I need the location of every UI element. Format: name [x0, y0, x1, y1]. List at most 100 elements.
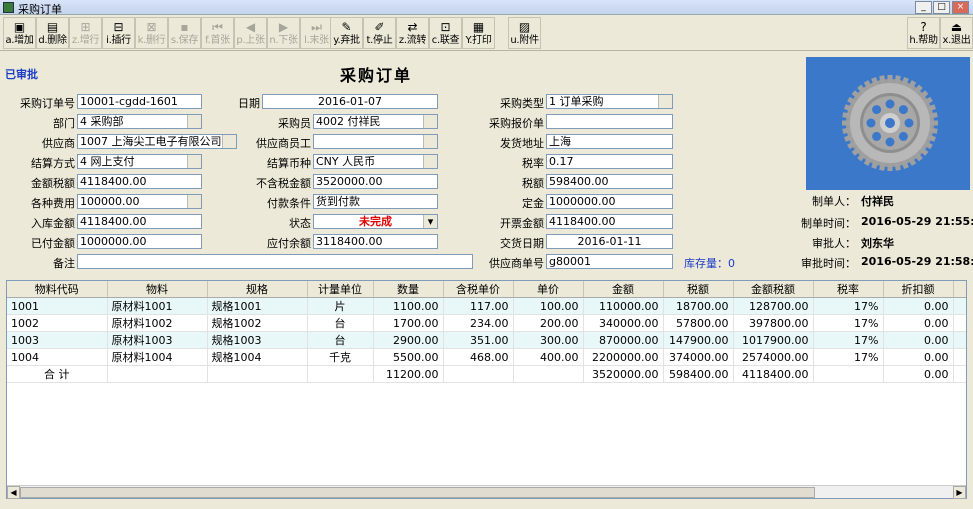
date-field[interactable]: 2016-01-07	[262, 94, 438, 109]
dropdown-icon[interactable]	[423, 115, 437, 128]
column-header[interactable]: 计量单位	[307, 281, 374, 298]
minimize-button[interactable]: _	[915, 1, 932, 14]
ship-addr-field[interactable]: 上海	[546, 134, 673, 149]
line-items-grid[interactable]: 物料代码物料规格计量单位数量含税单价单价金额税额金额税额税率折扣额折扣率1001…	[6, 280, 967, 499]
link-query-button[interactable]: ⊡ c.联查	[429, 17, 462, 49]
table-row[interactable]: 1001 原材料1001 规格1001 片 1100.00 117.00 100.00 110…	[7, 297, 966, 315]
status-badge: 已审批	[5, 68, 38, 81]
supplier-field[interactable]: 1007 上海尖工电子有限公司	[77, 134, 237, 149]
stop-button[interactable]: ✐ t.停止	[363, 17, 396, 49]
dept-field[interactable]: 4 采购部	[77, 114, 202, 129]
column-header[interactable]: 金额	[583, 281, 664, 298]
toolbar-label: y.弃批	[333, 35, 360, 46]
stock-in-field[interactable]: 4118400.00	[77, 214, 202, 229]
add-button[interactable]: ▣ a.增加	[3, 17, 36, 49]
print-button[interactable]: ▦ Y.打印	[462, 17, 495, 49]
settle-field[interactable]: 4 网上支付	[77, 154, 202, 169]
unapprove-button[interactable]: ✎ y.弃批	[330, 17, 363, 49]
amount-tax-label: 金额税额	[31, 177, 75, 190]
pay-terms-field[interactable]: 货到付款	[313, 194, 438, 209]
column-header[interactable]: 税率	[813, 281, 884, 298]
payable-value: 3118400.00	[316, 235, 383, 248]
add-row-button[interactable]: ⊞ z.增行	[69, 17, 102, 49]
currency-field[interactable]: CNY 人民币	[313, 154, 438, 169]
last-button[interactable]: ⏭ l.末张	[300, 17, 333, 49]
scroll-right-icon[interactable]: ▶	[953, 486, 966, 499]
buyer-field[interactable]: 4002 付祥民	[313, 114, 438, 129]
next-button[interactable]: ▶ n.下张	[267, 17, 300, 49]
prev-button[interactable]: ◀ p.上张	[234, 17, 267, 49]
dropdown-icon[interactable]	[187, 195, 201, 208]
total-cell: 100%	[953, 365, 966, 383]
column-header[interactable]: 折扣率	[953, 281, 966, 298]
maximize-button[interactable]: □	[933, 1, 950, 14]
dropdown-icon[interactable]	[187, 155, 201, 168]
column-header[interactable]: 税额	[663, 281, 734, 298]
paid-field[interactable]: 1000000.00	[77, 234, 202, 249]
dropdown-icon[interactable]	[423, 155, 437, 168]
table-cell: 1002	[7, 314, 108, 332]
scroll-left-icon[interactable]: ◀	[7, 486, 20, 499]
payable-field[interactable]: 3118400.00	[313, 234, 438, 249]
stock-in-value: 4118400.00	[80, 215, 147, 228]
toolbar: ▣ a.增加 ▤ d.删除 ⊞ z.增行 ⊟ i.插行 ⊠ k.删行 ▪ s.保存 ⏮ f.首张 ◀ p.上张…	[0, 15, 973, 51]
insert-row-button[interactable]: ⊟ i.插行	[102, 17, 135, 49]
attachment-button[interactable]: ▨ u.附件	[508, 17, 541, 49]
purchase-type-field[interactable]: 1 订单采购	[546, 94, 673, 109]
column-header[interactable]: 金额税额	[733, 281, 814, 298]
save-button[interactable]: ▪ s.保存	[168, 17, 201, 49]
flow-button[interactable]: ⇄ z.流转	[396, 17, 429, 49]
scroll-thumb[interactable]	[20, 487, 815, 498]
table-row[interactable]: 1003 原材料1003 规格1003 台 2900.00 351.00 300.00 870…	[7, 331, 966, 349]
delete-button[interactable]: ▤ d.删除	[36, 17, 69, 49]
amount-notax-field[interactable]: 3520000.00	[313, 174, 438, 189]
tax-field[interactable]: 598400.00	[546, 174, 673, 189]
dropdown-icon[interactable]: ▾	[423, 215, 437, 228]
table-row[interactable]: 1002 原材料1002 规格1002 台 1700.00 234.00 200.00 340…	[7, 314, 966, 332]
dropdown-icon[interactable]	[658, 95, 672, 108]
quote-no-field[interactable]	[546, 114, 673, 129]
remark-field[interactable]	[77, 254, 473, 269]
table-cell: 规格1003	[207, 331, 308, 349]
supplier-item-field[interactable]: g80001	[546, 254, 673, 269]
table-cell: 340000.00	[583, 314, 664, 332]
column-header[interactable]: 物料	[107, 281, 208, 298]
column-header[interactable]: 单价	[513, 281, 584, 298]
deliver-date-field[interactable]: 2016-01-11	[546, 234, 673, 249]
state-field[interactable]: 未完成 ▾	[313, 214, 438, 229]
app-icon	[3, 2, 14, 13]
deposit-field[interactable]: 1000000.00	[546, 194, 673, 209]
exit-button[interactable]: ⏏ x.退出	[940, 17, 973, 49]
tax-rate-field[interactable]: 0.17	[546, 154, 673, 169]
title-bar: 采购订单 _ □ ×	[0, 0, 973, 16]
dropdown-icon[interactable]	[423, 135, 437, 148]
deposit-label: 定金	[522, 197, 544, 210]
invoice-amt-field[interactable]: 4118400.00	[546, 214, 673, 229]
state-label: 状态	[289, 217, 311, 230]
dropdown-icon[interactable]	[187, 115, 201, 128]
first-button[interactable]: ⏮ f.首张	[201, 17, 234, 49]
horizontal-scrollbar[interactable]: ◀ ▶	[7, 485, 966, 499]
amount-tax-field[interactable]: 4118400.00	[77, 174, 202, 189]
order-no-value: 10001-cgdd-1601	[80, 95, 178, 108]
supplier-staff-field[interactable]	[313, 134, 438, 149]
table-cell: 2574000.00	[733, 348, 814, 366]
exit-icon: ⏏	[950, 20, 963, 34]
table-cell: 100%	[953, 314, 966, 332]
ship-addr-value: 上海	[549, 135, 571, 148]
table-row[interactable]: 1004 原材料1004 规格1004 千克 5500.00 468.00 400.00 22…	[7, 348, 966, 366]
help-button[interactable]: ? h.帮助	[907, 17, 940, 49]
toolbar-label: h.帮助	[909, 35, 938, 46]
column-header[interactable]: 规格	[207, 281, 308, 298]
table-cell: 台	[307, 331, 374, 349]
tax-rate-value: 0.17	[549, 155, 574, 168]
column-header[interactable]: 含税单价	[443, 281, 514, 298]
column-header[interactable]: 数量	[373, 281, 444, 298]
gear-icon	[842, 75, 938, 171]
column-header[interactable]: 折扣额	[883, 281, 954, 298]
close-button[interactable]: ×	[952, 1, 969, 14]
creator-label: 制单人：	[812, 195, 856, 208]
fees-field[interactable]: 100000.00	[77, 194, 202, 209]
delete-row-button[interactable]: ⊠ k.删行	[135, 17, 168, 49]
column-header[interactable]: 物料代码	[7, 281, 108, 298]
